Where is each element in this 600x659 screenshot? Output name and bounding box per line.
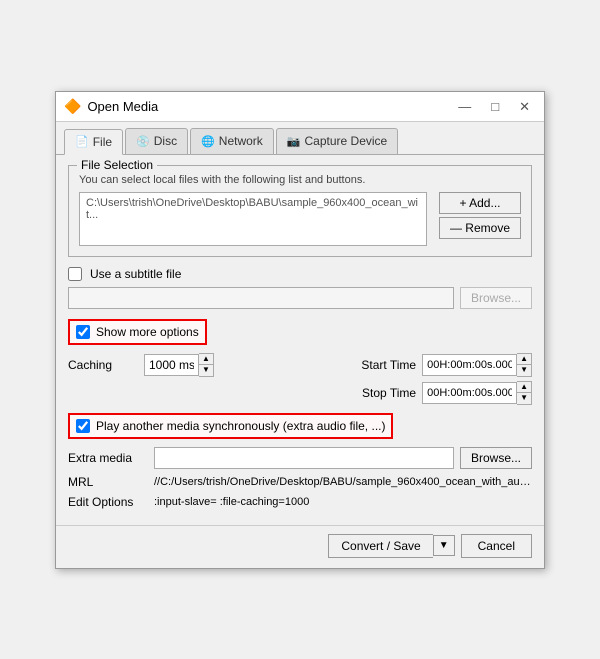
show-more-checkbox[interactable] xyxy=(76,325,90,339)
tab-network-label: Network xyxy=(219,134,263,148)
disc-tab-icon: 💿 xyxy=(136,135,150,148)
tab-disc[interactable]: 💿 Disc xyxy=(125,128,188,154)
file-path: C:\Users\trish\OneDrive\Desktop\BABU\sam… xyxy=(86,197,420,221)
tab-capture-label: Capture Device xyxy=(305,134,388,148)
subtitle-browse-button: Browse... xyxy=(460,287,532,309)
convert-save-button[interactable]: Convert / Save xyxy=(328,534,432,558)
remove-button[interactable]: — Remove xyxy=(439,217,521,239)
play-sync-row: Play another media synchronously (extra … xyxy=(68,413,532,439)
start-time-input-group: ▲ ▼ xyxy=(422,353,532,377)
file-selection-description: You can select local files with the foll… xyxy=(79,174,521,186)
capture-tab-icon: 📷 xyxy=(287,135,301,148)
file-tab-icon: 📄 xyxy=(75,135,89,148)
window-title: Open Media xyxy=(87,99,446,114)
tab-network[interactable]: 🌐 Network xyxy=(190,128,274,154)
caching-spinner-buttons: ▲ ▼ xyxy=(199,353,214,377)
caching-spinner: ▲ ▼ xyxy=(144,353,214,377)
stop-time-row: Stop Time ▲ ▼ xyxy=(351,381,532,405)
subtitle-checkbox-row: Use a subtitle file xyxy=(68,267,532,281)
convert-save-group: Convert / Save ▼ xyxy=(328,534,454,558)
add-button[interactable]: + Add... xyxy=(439,192,521,214)
minimize-button[interactable]: — xyxy=(452,98,477,115)
caching-input[interactable] xyxy=(144,354,199,376)
mrl-row: MRL //C:/Users/trish/OneDrive/Desktop/BA… xyxy=(68,475,532,489)
mrl-value: //C:/Users/trish/OneDrive/Desktop/BABU/s… xyxy=(154,476,532,488)
extra-media-label: Extra media xyxy=(68,451,148,465)
open-media-window: 🔶 Open Media — □ ✕ 📄 File 💿 Disc 🌐 Netwo… xyxy=(55,91,545,569)
subtitle-label: Use a subtitle file xyxy=(90,267,181,281)
subtitle-checkbox[interactable] xyxy=(68,267,82,281)
extra-browse-button[interactable]: Browse... xyxy=(460,447,532,469)
cancel-button[interactable]: Cancel xyxy=(461,534,532,558)
stop-time-input-group: ▲ ▼ xyxy=(422,381,532,405)
play-sync-highlight: Play another media synchronously (extra … xyxy=(68,413,393,439)
edit-options-row: Edit Options :input-slave= :file-caching… xyxy=(68,495,532,509)
convert-save-dropdown[interactable]: ▼ xyxy=(433,535,455,556)
tab-disc-label: Disc xyxy=(154,134,177,148)
file-selection-group: File Selection You can select local file… xyxy=(68,165,532,257)
file-area: C:\Users\trish\OneDrive\Desktop\BABU\sam… xyxy=(79,192,521,246)
start-time-down[interactable]: ▼ xyxy=(517,365,531,376)
app-icon: 🔶 xyxy=(64,98,81,115)
file-action-buttons: + Add... — Remove xyxy=(439,192,521,246)
stop-time-spinner: ▲ ▼ xyxy=(517,381,532,405)
tab-bar: 📄 File 💿 Disc 🌐 Network 📷 Capture Device xyxy=(56,122,544,155)
tab-content: File Selection You can select local file… xyxy=(56,155,544,525)
show-more-highlight: Show more options xyxy=(68,319,207,345)
edit-options-label: Edit Options xyxy=(68,495,148,509)
tab-capture[interactable]: 📷 Capture Device xyxy=(276,128,398,154)
extra-media-input[interactable] xyxy=(154,447,454,469)
mrl-label: MRL xyxy=(68,475,148,489)
start-time-label: Start Time xyxy=(351,358,416,372)
caching-down-button[interactable]: ▼ xyxy=(199,365,213,376)
stop-time-label: Stop Time xyxy=(351,386,416,400)
caching-label: Caching xyxy=(68,358,138,372)
edit-options-value: :input-slave= :file-caching=1000 xyxy=(154,496,532,508)
start-time-input[interactable] xyxy=(422,354,517,376)
caching-up-button[interactable]: ▲ xyxy=(199,354,213,365)
file-selection-title: File Selection xyxy=(77,158,157,172)
start-time-up[interactable]: ▲ xyxy=(517,354,531,365)
network-tab-icon: 🌐 xyxy=(201,135,215,148)
tab-file[interactable]: 📄 File xyxy=(64,129,123,155)
extra-media-row: Extra media Browse... xyxy=(68,447,532,469)
subtitle-input[interactable] xyxy=(68,287,454,309)
stop-time-up[interactable]: ▲ xyxy=(517,382,531,393)
show-more-label: Show more options xyxy=(96,325,199,339)
window-controls: — □ ✕ xyxy=(452,98,536,115)
stop-time-down[interactable]: ▼ xyxy=(517,393,531,404)
subtitle-input-row: Browse... xyxy=(68,287,532,309)
title-bar: 🔶 Open Media — □ ✕ xyxy=(56,92,544,122)
time-section: Start Time ▲ ▼ Stop Time ▲ xyxy=(351,353,532,405)
start-time-row: Start Time ▲ ▼ xyxy=(351,353,532,377)
caching-time-row: Caching ▲ ▼ Start Time ▲ xyxy=(68,353,532,405)
start-time-spinner: ▲ ▼ xyxy=(517,353,532,377)
file-list[interactable]: C:\Users\trish\OneDrive\Desktop\BABU\sam… xyxy=(79,192,427,246)
footer: Convert / Save ▼ Cancel xyxy=(56,525,544,568)
stop-time-input[interactable] xyxy=(422,382,517,404)
play-sync-label: Play another media synchronously (extra … xyxy=(96,419,385,433)
tab-file-label: File xyxy=(93,135,112,149)
play-sync-checkbox[interactable] xyxy=(76,419,90,433)
maximize-button[interactable]: □ xyxy=(485,98,505,115)
show-more-row: Show more options xyxy=(68,319,532,345)
close-button[interactable]: ✕ xyxy=(513,98,536,115)
caching-section: Caching ▲ ▼ xyxy=(68,353,214,377)
